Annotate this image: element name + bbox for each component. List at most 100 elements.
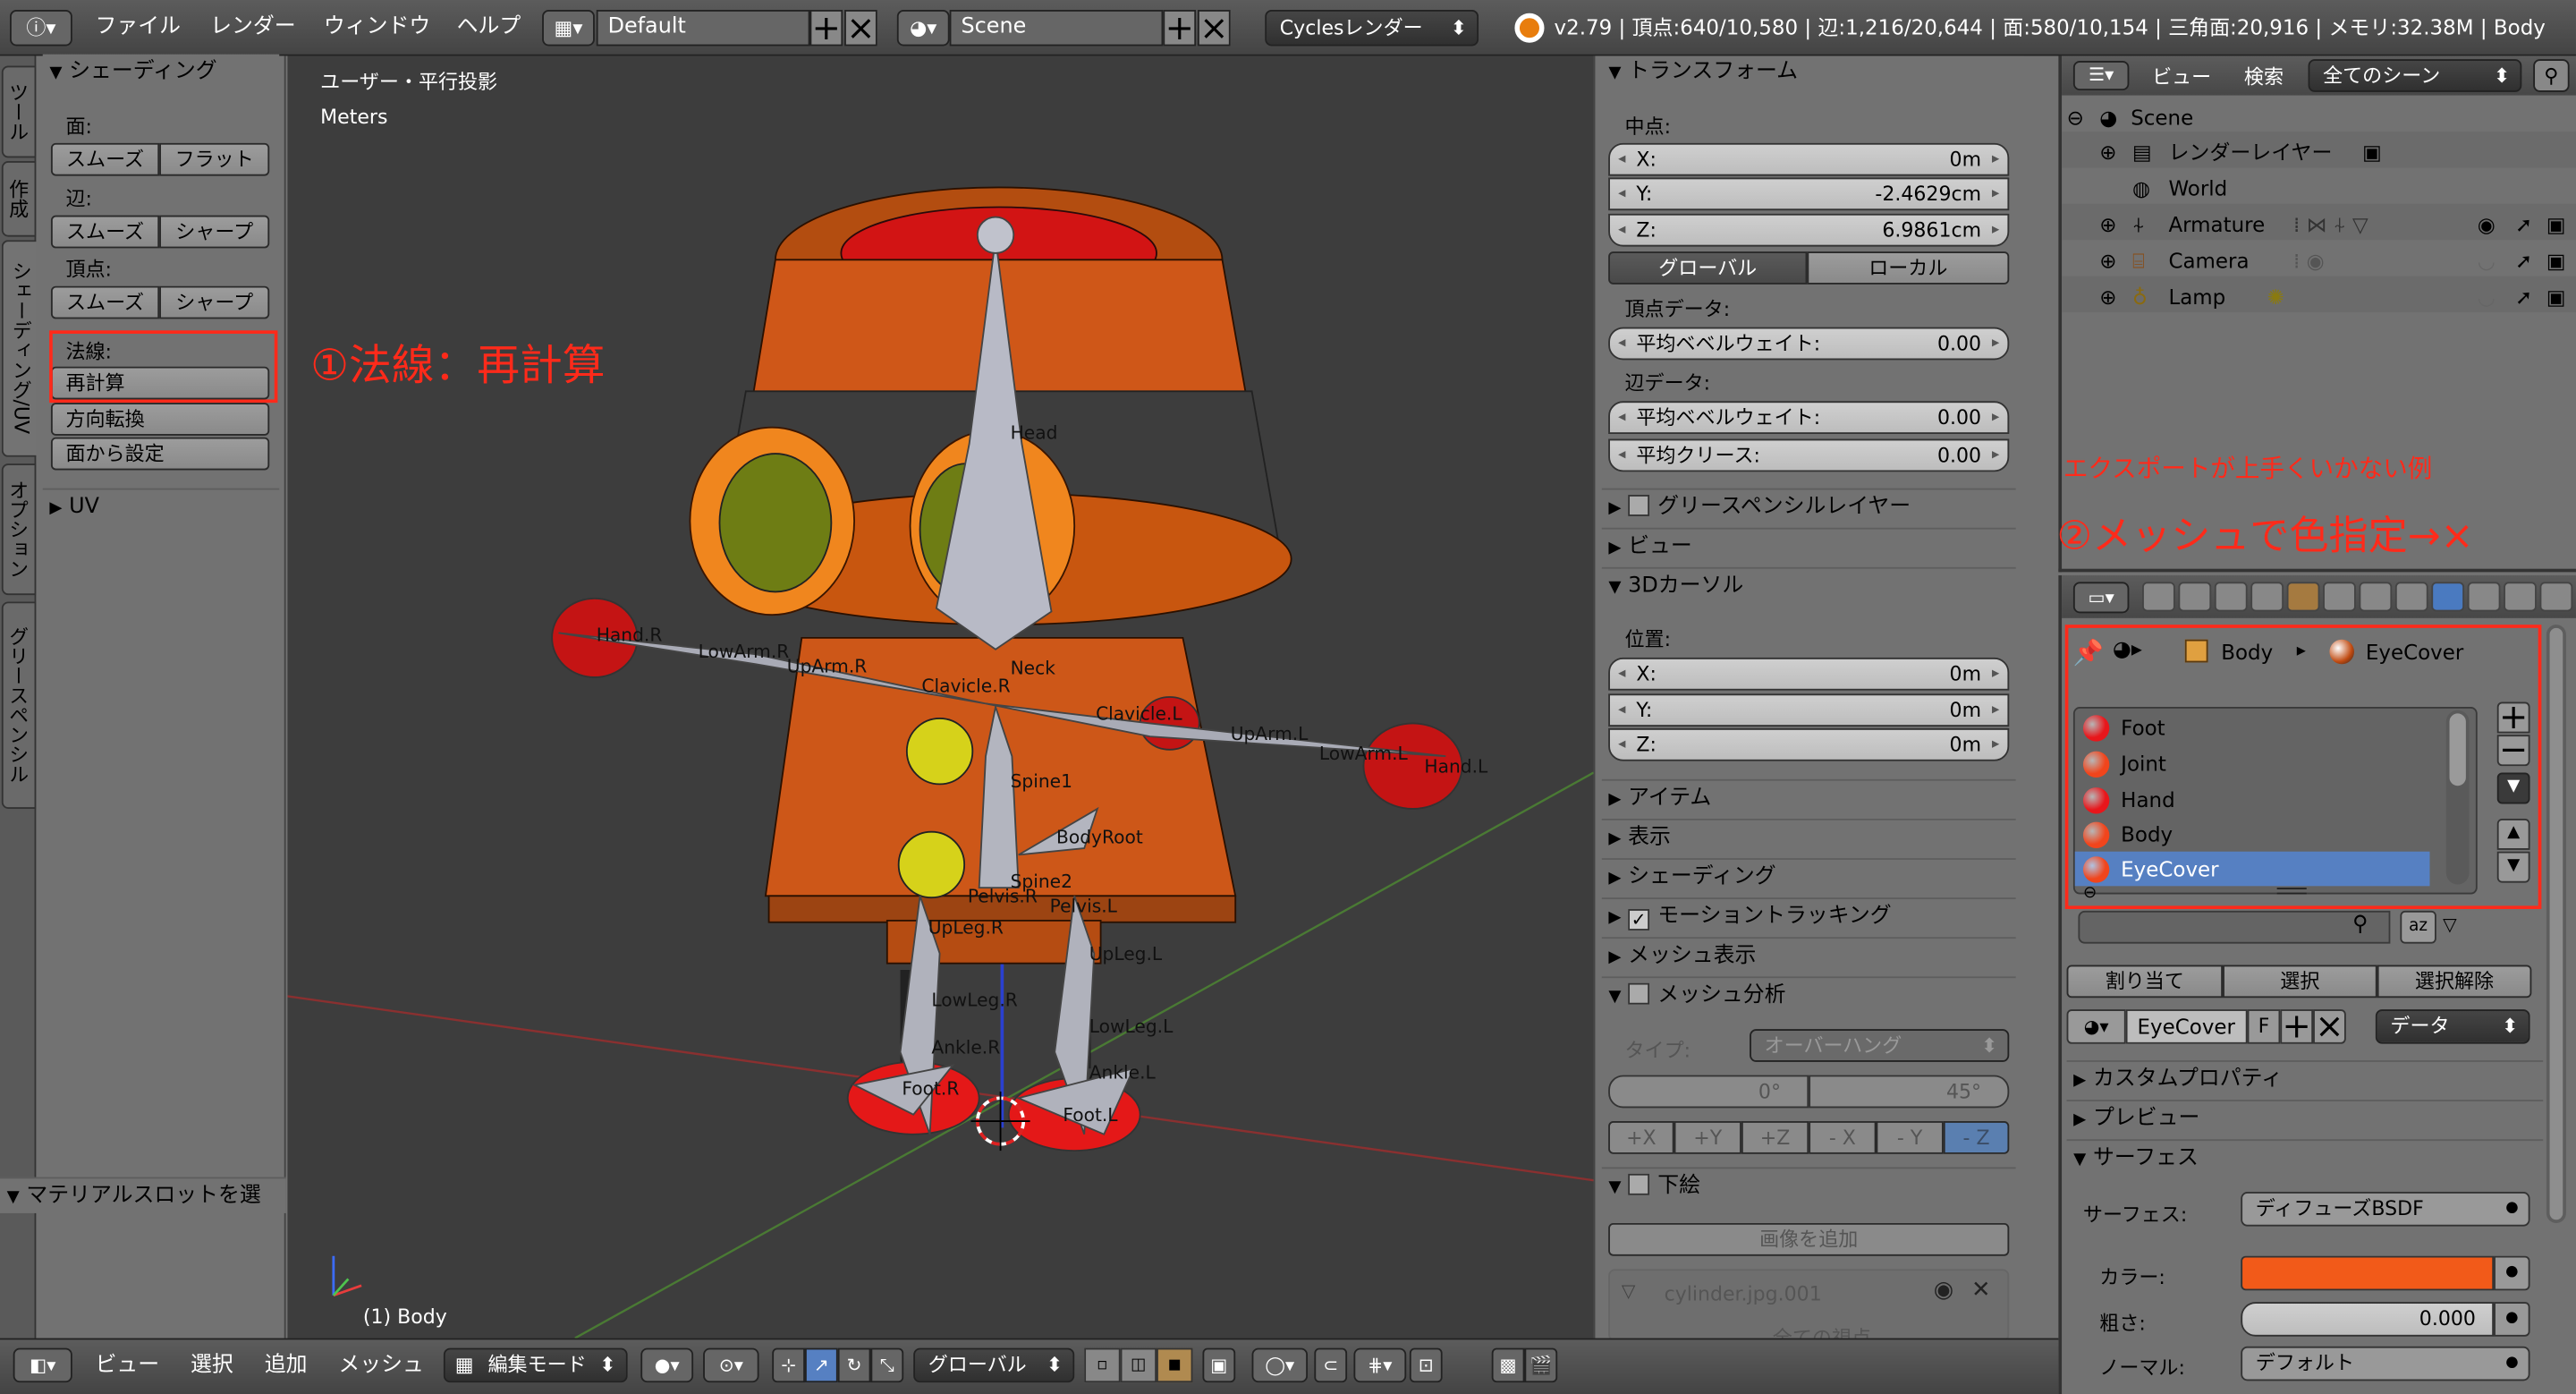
select-button[interactable]: 選択 [2223,965,2377,999]
outliner-row-scene[interactable]: ⊖ ◕ Scene [2063,102,2556,135]
data-tab-icon[interactable] [2394,582,2428,612]
background-images-checkbox[interactable] [1628,1173,1650,1195]
custom-props-header[interactable]: ▶ カスタムプロパティ [2066,1060,2544,1097]
edge-smooth-button[interactable]: スムーズ [50,215,160,249]
collapse-icon[interactable]: ⊖ [2067,102,2084,135]
tab-grease-pencil[interactable]: グリースペンシル [1,601,37,809]
snap-element-button[interactable]: ⋕▾ [1353,1347,1407,1383]
motion-tracking-header[interactable]: ▶ ✓ モーショントラッキング [1601,897,2016,934]
grease-layer-header[interactable]: ▶ グリースペンシルレイヤー [1601,488,2016,525]
context-tabs[interactable] [2142,582,2573,615]
viewport-shading-button[interactable]: ●▾ [640,1347,694,1383]
bg-image-expand-icon[interactable]: ▽ [1622,1280,1636,1302]
axis-plus-y[interactable]: +Y [1674,1121,1741,1154]
cursor-x-field[interactable]: ◂ X: 0m ▸ [1608,657,2010,691]
axis-minus-z[interactable]: - Z [1943,1121,2010,1154]
median-x-field[interactable]: ◂ X: 0m ▸ [1608,142,2010,176]
face-select-icon[interactable]: ◼ [1157,1347,1193,1383]
opengl-animation-icon[interactable]: 🎬 [1524,1347,1558,1383]
color-link-button[interactable]: ● [2494,1255,2530,1291]
crease-field[interactable]: ◂ 平均クリース: 0.00 ▸ [1608,438,2010,472]
outliner-scope-select[interactable]: 全てのシーン ⬍ [2308,59,2522,92]
color-swatch[interactable] [2241,1255,2495,1291]
display-header[interactable]: ▶ 表示 [1601,818,2016,855]
outliner-menu-search[interactable]: 検索 [2244,63,2284,90]
background-images-header[interactable]: ▼ 下絵 [1601,1167,2016,1203]
surface-header[interactable]: ▼ サーフェス [2066,1139,2544,1176]
bottom-menu-mesh[interactable]: メッシュ [338,1339,424,1394]
surface-shader-select[interactable]: ディフューズBSDF ● [2241,1192,2530,1227]
vertex-sharp-button[interactable]: シャープ [159,285,270,319]
render-camera-icon[interactable]: ▣ [2546,281,2566,314]
physics-tab-icon[interactable] [2539,582,2573,612]
edge-sharp-button[interactable]: シャープ [159,215,270,249]
roughness-link-button[interactable]: ● [2494,1302,2530,1337]
select-arrow-icon[interactable]: ➚ [2515,208,2532,242]
render-layer-tab-icon[interactable] [2178,582,2212,612]
median-y-field[interactable]: ◂ Y: -2.4629cm ▸ [1608,177,2010,211]
shading-panel-header[interactable]: ▼ シェーディング [42,54,280,91]
axis-plus-z[interactable]: +Z [1741,1121,1809,1154]
edge-bevel-weight-field[interactable]: ◂ 平均ベベルウェイト: 0.00 ▸ [1608,401,2010,435]
menu-window[interactable]: ウィンドウ [324,0,430,55]
sort-order-icon[interactable]: ▽ [2443,914,2457,936]
constraints-tab-icon[interactable] [2323,582,2356,612]
face-flat-button[interactable]: フラット [159,142,270,176]
mesh-display-header[interactable]: ▶ メッシュ表示 [1601,937,2016,973]
tab-options[interactable]: オプション [1,463,37,596]
layer-buttons[interactable]: ▫ ◫ ◼ [1084,1347,1193,1383]
axis-plus-x[interactable]: +X [1608,1121,1674,1154]
unlink-material-button[interactable]: × [2313,1008,2346,1044]
scene-name-field[interactable]: Scene [949,10,1164,47]
info-editor-icon[interactable]: ⓘ▾ [10,10,72,47]
face-smooth-button[interactable]: スムーズ [50,142,160,176]
visibility-eye-icon[interactable]: ◉ [2478,208,2496,242]
object-tab-icon[interactable] [2286,582,2320,612]
assign-button[interactable]: 割り当て [2066,965,2224,999]
angle-max-field[interactable]: 45° [1809,1075,2010,1109]
expand-icon[interactable]: ⊕ [2099,136,2116,169]
expand-icon[interactable]: ⊕ [2099,281,2116,314]
3d-viewport[interactable]: ユーザー・平行投影 Meters (1) Body ①法線：再計算 Head N… [287,55,1594,1339]
vertex-smooth-button[interactable]: スムーズ [50,285,160,319]
material-browse-button[interactable]: ◕▾ [2066,1009,2126,1044]
bottom-menu-view[interactable]: ビュー [96,1339,160,1394]
select-arrow-icon[interactable]: ➚ [2515,281,2532,314]
expand-icon[interactable]: ⊕ [2099,208,2116,242]
world-tab-icon[interactable] [2250,582,2284,612]
manipulator-toggle-icon[interactable]: ⊹ [772,1347,805,1383]
texture-tab-icon[interactable] [2467,582,2501,612]
bg-image-name[interactable]: cylinder.jpg.001 [1665,1282,1822,1305]
material-link-select[interactable]: データ ⬍ [2375,1009,2530,1044]
layout-name-field[interactable]: Default [596,10,810,47]
select-arrow-icon[interactable]: ➚ [2515,245,2532,278]
global-toggle[interactable]: グローバル [1608,251,1808,285]
interaction-mode-select[interactable]: ▦ 編集モード ⬍ [443,1347,628,1383]
motion-tracking-checkbox[interactable]: ✓ [1628,909,1650,931]
cursor3d-header[interactable]: ▼ 3Dカーソル [1601,566,2016,604]
transform-orientation-select[interactable]: グローバル ⬍ [913,1347,1075,1383]
tab-tools[interactable]: ツール [1,65,37,158]
outliner-row-armature[interactable]: ⊕ ⍭ Armature ⁞ ⋈ ⍭ ▽ ◉ ➚ ▣ [2063,208,2572,242]
uv-panel-header[interactable]: ▶ UV [42,488,280,525]
material-tab-icon[interactable] [2431,582,2465,612]
fake-user-button[interactable]: F [2247,1009,2281,1044]
expand-icon[interactable]: ⊕ [2099,245,2116,278]
material-slot-panel-header[interactable]: ▼ マテリアルスロットを選 [0,1177,286,1213]
bottom-menu-add[interactable]: 追加 [265,1339,308,1394]
axis-minus-x[interactable]: - X [1809,1121,1877,1154]
mesh-analysis-checkbox[interactable] [1628,982,1650,1005]
limit-selection-icon[interactable]: ▣ [1202,1347,1236,1383]
grease-layer-checkbox[interactable] [1628,495,1650,516]
menu-file[interactable]: ファイル [96,0,182,55]
render-engine-select[interactable]: Cyclesレンダー ⬍ [1265,10,1479,47]
menu-render[interactable]: レンダー [210,0,296,55]
outliner-row-world[interactable]: ◍ World [2063,173,2556,206]
tab-create[interactable]: 作成 [1,161,37,237]
rotate-manipulator-icon[interactable]: ↻ [837,1347,871,1383]
outliner-row-render-layers[interactable]: ⊕ ▤ レンダーレイヤー ▣ [2063,136,2556,169]
cursor-z-field[interactable]: ◂ Z: 0m ▸ [1608,727,2010,761]
flip-normals-button[interactable]: 方向転換 [50,403,270,436]
modifiers-tab-icon[interactable] [2359,582,2393,612]
layout-remove-button[interactable]: × [844,10,877,47]
